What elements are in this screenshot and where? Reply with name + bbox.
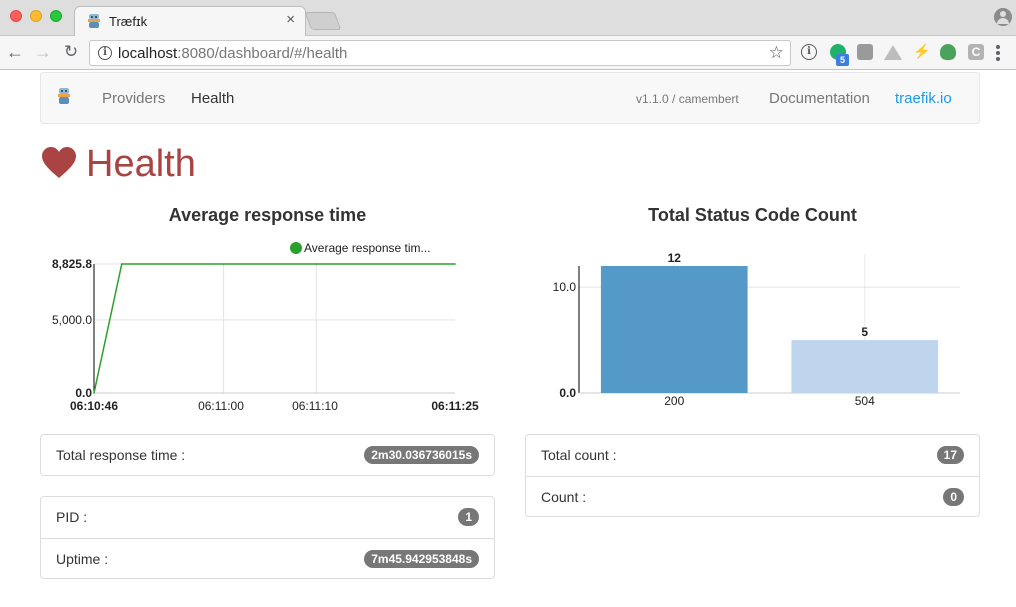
list-item: Total count : 17 bbox=[526, 435, 979, 476]
status-chart-title: Total Status Code Count bbox=[648, 205, 857, 225]
uptime-label: Uptime : bbox=[56, 551, 109, 567]
minimize-window-button[interactable] bbox=[30, 10, 42, 22]
legend[interactable]: Average response tim... bbox=[290, 241, 431, 255]
count-label: Count : bbox=[541, 489, 587, 505]
back-arrow-icon[interactable]: ← bbox=[4, 41, 26, 63]
pid-label: PID : bbox=[56, 509, 88, 525]
data-point bbox=[120, 263, 123, 265]
bolt-extension-icon[interactable]: ⚡ bbox=[913, 43, 930, 59]
reload-icon[interactable]: ↻ bbox=[60, 41, 82, 63]
version-label: v1.1.0 / camembert bbox=[636, 92, 739, 106]
forward-arrow-icon[interactable]: → bbox=[32, 41, 54, 63]
status-code-chart: 12 200 5 504 10.0 0.0 bbox=[553, 251, 960, 408]
total-response-time-badge: 2m30.036736015s bbox=[364, 446, 479, 464]
maximize-window-button[interactable] bbox=[50, 10, 62, 22]
bookmark-star-icon[interactable]: ☆ bbox=[769, 43, 784, 63]
browser-tab-strip: Træfɪk × bbox=[0, 0, 1016, 37]
tab-close-icon[interactable]: × bbox=[286, 12, 295, 27]
total-count-badge: 17 bbox=[936, 446, 964, 464]
nav-documentation-link[interactable]: Documentation bbox=[769, 90, 870, 107]
drive-extension-icon[interactable] bbox=[884, 45, 902, 60]
y-tick-label: 0.0 bbox=[75, 386, 92, 400]
profile-icon[interactable] bbox=[994, 8, 1012, 26]
legend-label: Average response tim... bbox=[304, 241, 431, 255]
x-tick-label: 06:10:46 bbox=[70, 399, 118, 413]
total-response-time-label: Total response time : bbox=[56, 447, 186, 463]
y-tick-label: 10.0 bbox=[553, 280, 577, 294]
total-count-label: Total count : bbox=[541, 447, 617, 463]
y-tick-label: 0.0 bbox=[559, 386, 576, 400]
pid-badge: 1 bbox=[458, 508, 479, 526]
process-panel: PID : 1 Uptime : 7m45.942953848s bbox=[40, 496, 495, 579]
status-count-panel: Total count : 17 Count : 0 bbox=[525, 434, 980, 517]
y-tick-label: 5,000.0 bbox=[52, 313, 92, 327]
list-item: Total response time : 2m30.036736015s bbox=[41, 435, 494, 476]
browser-menu-icon[interactable] bbox=[996, 45, 1000, 61]
gray-extension-icon[interactable] bbox=[857, 44, 873, 60]
count-badge: 0 bbox=[943, 488, 964, 506]
list-item: PID : 1 bbox=[41, 497, 494, 538]
data-point bbox=[454, 263, 456, 265]
address-bar[interactable]: i localhost:8080/dashboard/#/health ☆ bbox=[89, 40, 791, 66]
heart-icon bbox=[42, 147, 76, 178]
site-info-icon[interactable]: i bbox=[98, 46, 112, 60]
info-extension-icon[interactable]: i bbox=[801, 44, 817, 60]
data-point bbox=[315, 263, 317, 265]
new-tab-button[interactable] bbox=[304, 12, 342, 30]
bar bbox=[600, 266, 748, 393]
data-point bbox=[93, 392, 95, 394]
bar bbox=[791, 340, 939, 393]
c-extension-icon[interactable]: C bbox=[968, 44, 984, 60]
extension-badge: 5 bbox=[836, 54, 849, 66]
bar-value-label: 5 bbox=[861, 325, 868, 339]
uptime-badge: 7m45.942953848s bbox=[364, 550, 479, 568]
data-point bbox=[222, 263, 225, 265]
x-tick-label: 06:11:25 bbox=[431, 399, 479, 413]
nav-traefik-io-link[interactable]: traefik.io bbox=[895, 90, 952, 107]
response-time-chart: Average response tim... 8,825.8 5,000.0 … bbox=[52, 241, 479, 413]
response-chart-title: Average response time bbox=[168, 205, 367, 225]
x-tick-label: 504 bbox=[855, 394, 875, 408]
x-tick-label: 06:11:00 bbox=[198, 399, 244, 413]
x-tick-label: 06:11:10 bbox=[292, 399, 338, 413]
url-text[interactable]: localhost:8080/dashboard/#/health bbox=[118, 45, 347, 62]
list-item: Count : 0 bbox=[526, 476, 979, 517]
tab-title: Træfɪk bbox=[109, 14, 148, 29]
list-item: Uptime : 7m45.942953848s bbox=[41, 538, 494, 579]
browser-tab[interactable]: Træfɪk × bbox=[74, 6, 306, 37]
response-time-panel: Total response time : 2m30.036736015s bbox=[40, 434, 495, 476]
close-window-button[interactable] bbox=[10, 10, 22, 22]
x-tick-label: 200 bbox=[664, 394, 684, 408]
y-tick-label: 8,825.8 bbox=[52, 257, 92, 271]
url-path: :8080/dashboard/#/health bbox=[177, 45, 348, 62]
nav-providers-link[interactable]: Providers bbox=[102, 90, 165, 107]
bar-value-label: 12 bbox=[668, 251, 682, 265]
browser-toolbar: ← → ↻ i localhost:8080/dashboard/#/healt… bbox=[0, 36, 1016, 70]
traefik-logo-icon[interactable] bbox=[57, 87, 71, 105]
page-title: Health bbox=[86, 143, 196, 185]
turtle-extension-icon[interactable] bbox=[940, 44, 956, 60]
url-host: localhost bbox=[118, 45, 178, 62]
traefik-favicon-icon bbox=[88, 14, 100, 28]
legend-marker bbox=[290, 242, 302, 254]
series-line bbox=[93, 263, 455, 394]
app-navbar: Providers Health v1.1.0 / camembert Docu… bbox=[40, 72, 980, 124]
nav-health-link[interactable]: Health bbox=[191, 90, 234, 107]
